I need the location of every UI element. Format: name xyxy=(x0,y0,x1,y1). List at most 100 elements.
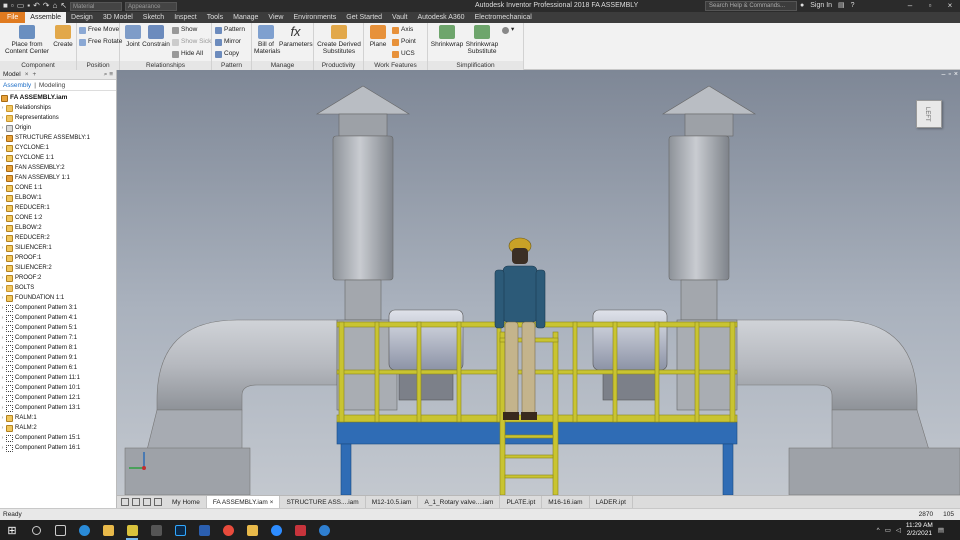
expand-chevron-icon[interactable]: › xyxy=(0,343,5,353)
tree-item[interactable]: › SILIENCER:1 xyxy=(0,243,116,253)
simplification-group-title[interactable]: Simplification xyxy=(428,61,523,70)
tab-assembly[interactable]: Assembly xyxy=(3,82,31,89)
mirror-button[interactable]: Mirror xyxy=(215,37,241,47)
autocad-taskbar-button[interactable] xyxy=(288,520,312,540)
minimize-button[interactable]: – xyxy=(900,0,920,12)
tree-item[interactable]: › Component Pattern 12:1 xyxy=(0,393,116,403)
task-view-button[interactable] xyxy=(48,520,72,540)
expand-chevron-icon[interactable]: › xyxy=(0,243,5,253)
simplify-dropdown[interactable]: ▾ xyxy=(502,25,514,35)
productivity-group-title[interactable]: Productivity xyxy=(314,61,363,70)
tree-item[interactable]: › PROOF:1 xyxy=(0,253,116,263)
tab-modeling[interactable]: Modeling xyxy=(39,82,65,89)
pattern-group-title[interactable]: Pattern xyxy=(212,61,251,70)
tab-autodesk-a360[interactable]: Autodesk A360 xyxy=(412,12,469,23)
expand-chevron-icon[interactable]: › xyxy=(0,363,5,373)
tree-item[interactable]: › RALM:1 xyxy=(0,413,116,423)
tree-item[interactable]: › CONE 1:2 xyxy=(0,213,116,223)
expand-chevron-icon[interactable]: › xyxy=(0,253,5,263)
tile-icon[interactable] xyxy=(121,498,129,506)
search-taskbar-button[interactable] xyxy=(24,520,48,540)
right-elbow-duct[interactable] xyxy=(716,319,960,495)
expand-chevron-icon[interactable]: › xyxy=(0,373,5,383)
tree-item[interactable]: › PROOF:2 xyxy=(0,273,116,283)
expand-chevron-icon[interactable]: › xyxy=(0,293,5,303)
expand-chevron-icon[interactable]: › xyxy=(0,433,5,443)
tree-item[interactable]: › Component Pattern 13:1 xyxy=(0,403,116,413)
browser-close-icon[interactable]: × xyxy=(25,71,29,78)
skype-taskbar-button[interactable] xyxy=(312,520,336,540)
app-logo-icon[interactable]: ■ xyxy=(3,0,8,12)
expand-chevron-icon[interactable]: › xyxy=(0,393,5,403)
tab-inspect[interactable]: Inspect xyxy=(169,12,202,23)
tree-item[interactable]: › STRUCTURE ASSEMBLY:1 xyxy=(0,133,116,143)
expand-chevron-icon[interactable]: › xyxy=(0,213,5,223)
tree-item[interactable]: › REDUCER:2 xyxy=(0,233,116,243)
material-dropdown[interactable]: Material xyxy=(70,1,123,11)
expand-chevron-icon[interactable]: › xyxy=(0,103,5,113)
bill-of-materials-button[interactable]: Bill of Materials xyxy=(254,25,280,55)
browser-search-icon[interactable]: ⌕ ≡ xyxy=(104,70,113,80)
chrome-taskbar-button[interactable] xyxy=(216,520,240,540)
copy-button[interactable]: Copy xyxy=(215,49,239,59)
viewport-minimize-icon[interactable]: – xyxy=(942,71,946,78)
tree-item[interactable]: › RALM:2 xyxy=(0,423,116,433)
manage-group-title[interactable]: Manage xyxy=(252,61,313,70)
volume-icon[interactable]: ◁ xyxy=(896,526,901,534)
tab-design[interactable]: Design xyxy=(66,12,98,23)
view-cube[interactable]: LEFT xyxy=(916,100,942,128)
tree-item[interactable]: › Representations xyxy=(0,113,116,123)
tab-file[interactable]: File xyxy=(0,12,26,23)
tree-item[interactable]: › FOUNDATION 1:1 xyxy=(0,293,116,303)
tree-item[interactable]: › Component Pattern 5:1 xyxy=(0,323,116,333)
network-icon[interactable]: ▭ xyxy=(885,526,891,534)
expand-chevron-icon[interactable]: › xyxy=(0,323,5,333)
show-button[interactable]: Show xyxy=(172,25,197,35)
tree-item[interactable]: › REDUCER:1 xyxy=(0,203,116,213)
start-button[interactable]: ⊞ xyxy=(0,524,24,537)
tree-item[interactable]: › Origin xyxy=(0,123,116,133)
create-derived-substitutes-button[interactable]: Create Derived Substitutes xyxy=(316,25,362,55)
viewport-restore-icon[interactable]: ▫ xyxy=(948,71,950,78)
expand-chevron-icon[interactable]: › xyxy=(0,383,5,393)
document-tab[interactable]: STRUCTURE ASS....iam xyxy=(280,495,366,509)
tree-item[interactable]: › Component Pattern 8:1 xyxy=(0,343,116,353)
tree-item[interactable]: › Component Pattern 15:1 xyxy=(0,433,116,443)
expand-chevron-icon[interactable]: › xyxy=(0,423,5,433)
expand-chevron-icon[interactable]: › xyxy=(0,113,5,123)
tree-item[interactable]: › FAN ASSEMBLY:2 xyxy=(0,163,116,173)
tree-item[interactable]: › ELBOW:1 xyxy=(0,193,116,203)
tree-item[interactable]: › CONE 1:1 xyxy=(0,183,116,193)
select-icon[interactable]: ↖ xyxy=(60,0,67,12)
expand-chevron-icon[interactable]: › xyxy=(0,403,5,413)
camera-taskbar-button[interactable] xyxy=(240,520,264,540)
clock[interactable]: 11:29 AM 2/2/2021 xyxy=(906,522,933,538)
expand-chevron-icon[interactable]: › xyxy=(0,283,5,293)
edge-taskbar-button[interactable] xyxy=(72,520,96,540)
tab-assemble[interactable]: Assemble xyxy=(25,12,67,23)
tree-item[interactable]: › Component Pattern 9:1 xyxy=(0,353,116,363)
sign-in-link[interactable]: Sign In xyxy=(810,0,832,12)
tree-item[interactable]: › Component Pattern 16:1 xyxy=(0,443,116,453)
ucs-button[interactable]: UCS xyxy=(392,49,415,59)
tab-get-started[interactable]: Get Started xyxy=(341,12,387,23)
expand-chevron-icon[interactable]: › xyxy=(0,413,5,423)
tree-item[interactable]: › ELBOW:2 xyxy=(0,223,116,233)
document-tab[interactable]: M16-16.iam xyxy=(542,495,590,509)
tree-item[interactable]: › Component Pattern 10:1 xyxy=(0,383,116,393)
viewport-close-icon[interactable]: × xyxy=(954,71,958,78)
expand-chevron-icon[interactable]: › xyxy=(0,193,5,203)
expand-chevron-icon[interactable]: › xyxy=(0,333,5,343)
constrain-button[interactable]: Constrain xyxy=(142,25,170,48)
browser-add-icon[interactable]: + xyxy=(33,71,37,78)
expand-chevron-icon[interactable]: › xyxy=(0,273,5,283)
inventor-taskbar-button[interactable] xyxy=(120,520,144,540)
create-button[interactable]: Create xyxy=(52,25,74,48)
left-elbow-duct[interactable] xyxy=(124,319,338,495)
user-icon[interactable]: ● xyxy=(800,0,804,12)
tray-expand-icon[interactable]: ^ xyxy=(877,527,880,534)
free-rotate-button[interactable]: Free Rotate xyxy=(79,37,122,47)
notifications-icon[interactable]: ▤ xyxy=(938,526,944,534)
expand-chevron-icon[interactable]: › xyxy=(0,263,5,273)
document-tab[interactable]: M12-10.5.iam xyxy=(366,495,419,509)
